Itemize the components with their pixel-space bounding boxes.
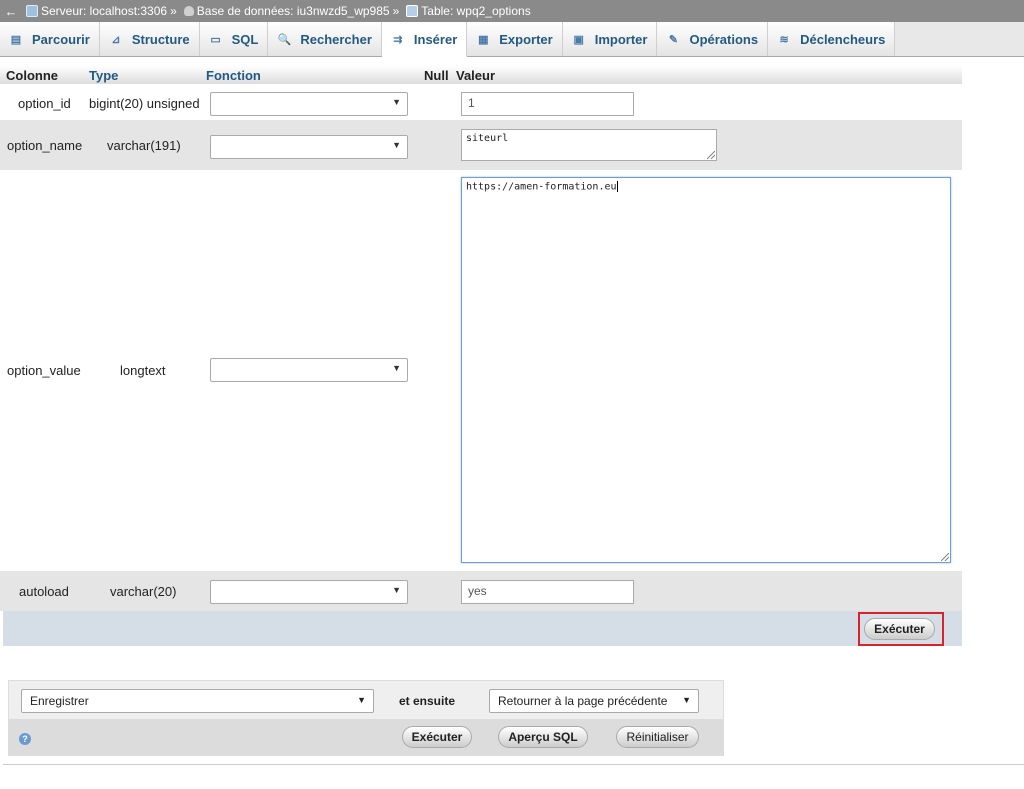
function-select[interactable]: ▼ [210, 135, 408, 159]
resize-handle-icon[interactable] [941, 553, 949, 561]
structure-icon: ⊿ [111, 33, 121, 46]
tab-structure[interactable]: ⊿ Structure [99, 22, 200, 56]
trigger-icon: ≋ [779, 33, 789, 46]
tab-export[interactable]: ▦ Exporter [467, 22, 563, 56]
tab-label: Rechercher [300, 31, 372, 47]
wrench-icon: ✎ [668, 33, 679, 46]
text-cursor [616, 181, 618, 192]
header-function[interactable]: Fonction [206, 68, 261, 83]
help-icon[interactable]: ? [19, 733, 31, 745]
submit-options: Enregistrer ▼ et ensuite Retourner à la p… [9, 681, 723, 719]
function-select[interactable]: ▼ [210, 92, 408, 116]
column-name: autoload [19, 584, 69, 599]
dropdown-arrow-icon: ▼ [392, 363, 401, 373]
column-type: longtext [120, 363, 166, 378]
dropdown-arrow-icon: ▼ [682, 695, 691, 705]
insert-icon: ⇉ [393, 33, 403, 46]
table-row: option_value longtext ▼ https://amen-for… [0, 170, 962, 571]
tab-search[interactable]: 🔍 Rechercher [268, 22, 382, 56]
tab-label: Structure [131, 31, 190, 47]
breadcrumb-database[interactable]: Base de données: iu3nwzd5_wp985 [197, 4, 390, 18]
header-null: Null [424, 68, 449, 83]
tab-insert[interactable]: ⇉ Insérer [381, 22, 468, 57]
sql-preview-button[interactable]: Aperçu SQL [498, 726, 588, 748]
function-select[interactable]: ▼ [210, 580, 408, 604]
browse-icon: ▤ [10, 33, 22, 46]
then-label: et ensuite [399, 694, 456, 708]
column-type: varchar(191) [107, 138, 181, 153]
value-text: siteurl [466, 133, 509, 144]
column-name: option_name [7, 138, 83, 153]
value-input[interactable]: yes [461, 580, 634, 604]
dropdown-arrow-icon: ▼ [392, 97, 401, 107]
database-icon [183, 6, 194, 16]
divider [3, 764, 1024, 765]
value-textarea[interactable]: https://amen-formation.eu [461, 177, 951, 563]
tab-label: Insérer [413, 31, 458, 47]
function-select[interactable]: ▼ [210, 358, 408, 382]
tab-operations[interactable]: ✎ Opérations [657, 22, 769, 56]
sql-icon: ▭ [210, 33, 221, 46]
value-text: https://amen-formation.eu [466, 181, 617, 193]
header-type[interactable]: Type [89, 68, 118, 83]
tab-label: Importer [594, 31, 648, 47]
dropdown-arrow-icon: ▼ [357, 695, 366, 705]
execute-button[interactable]: Exécuter [402, 726, 472, 748]
server-icon [26, 5, 38, 17]
resize-handle-icon[interactable] [707, 151, 715, 159]
column-name: option_id [18, 96, 71, 111]
header-value: Valeur [456, 68, 496, 83]
insert-grid: Colonne Type Fonction Null Valeur option… [0, 66, 962, 611]
after-insert-select[interactable]: Retourner à la page précédente ▼ [489, 689, 699, 713]
breadcrumb-separator: » [392, 4, 400, 18]
select-value: Enregistrer [30, 694, 89, 708]
table-row: option_name varchar(191) ▼ siteurl [0, 120, 962, 170]
column-type: varchar(20) [110, 584, 177, 599]
dropdown-arrow-icon: ▼ [392, 140, 401, 150]
highlight-box [858, 612, 944, 646]
grid-header: Colonne Type Fonction Null Valeur [0, 66, 962, 84]
table-icon [406, 5, 419, 17]
back-arrow-icon[interactable]: ← [0, 4, 22, 19]
export-icon: ▦ [478, 33, 489, 46]
dropdown-arrow-icon: ▼ [392, 585, 401, 595]
tab-label: Déclencheurs [800, 31, 886, 47]
column-name: option_value [7, 363, 81, 378]
value-input[interactable]: 1 [461, 92, 634, 116]
table-row: option_id bigint(20) unsigned ▼ 1 [0, 84, 962, 120]
tab-label: Opérations [689, 31, 759, 47]
reset-button[interactable]: Réinitialiser [616, 726, 699, 748]
tab-import[interactable]: ▣ Importer [562, 22, 658, 56]
breadcrumb-server[interactable]: Serveur: localhost:3306 [41, 4, 167, 18]
breadcrumb: ← Serveur: localhost:3306 » Base de donn… [0, 0, 1024, 22]
submit-panel: Enregistrer ▼ et ensuite Retourner à la p… [8, 680, 724, 756]
tab-triggers[interactable]: ≋ Déclencheurs [768, 22, 896, 56]
tab-bar: ▤ Parcourir ⊿ Structure ▭ SQL 🔍 Rechercher ⇉… [0, 22, 1024, 57]
breadcrumb-separator: » [170, 4, 177, 18]
save-mode-select[interactable]: Enregistrer ▼ [21, 689, 374, 713]
header-column: Colonne [6, 68, 58, 83]
search-icon: 🔍 [277, 33, 292, 46]
import-icon: ▣ [573, 33, 584, 46]
table-row: autoload varchar(20) ▼ yes [0, 571, 962, 611]
value-textarea[interactable]: siteurl [461, 129, 717, 161]
tab-sql[interactable]: ▭ SQL [199, 22, 269, 56]
tab-label: SQL [231, 31, 259, 47]
column-type: bigint(20) unsigned [89, 96, 200, 111]
tab-label: Parcourir [32, 31, 90, 47]
tab-label: Exporter [499, 31, 553, 47]
tab-browse[interactable]: ▤ Parcourir [0, 22, 100, 56]
form-footer [3, 611, 962, 646]
select-value: Retourner à la page précédente [498, 694, 668, 708]
breadcrumb-table[interactable]: Table: wpq2_options [421, 4, 530, 18]
